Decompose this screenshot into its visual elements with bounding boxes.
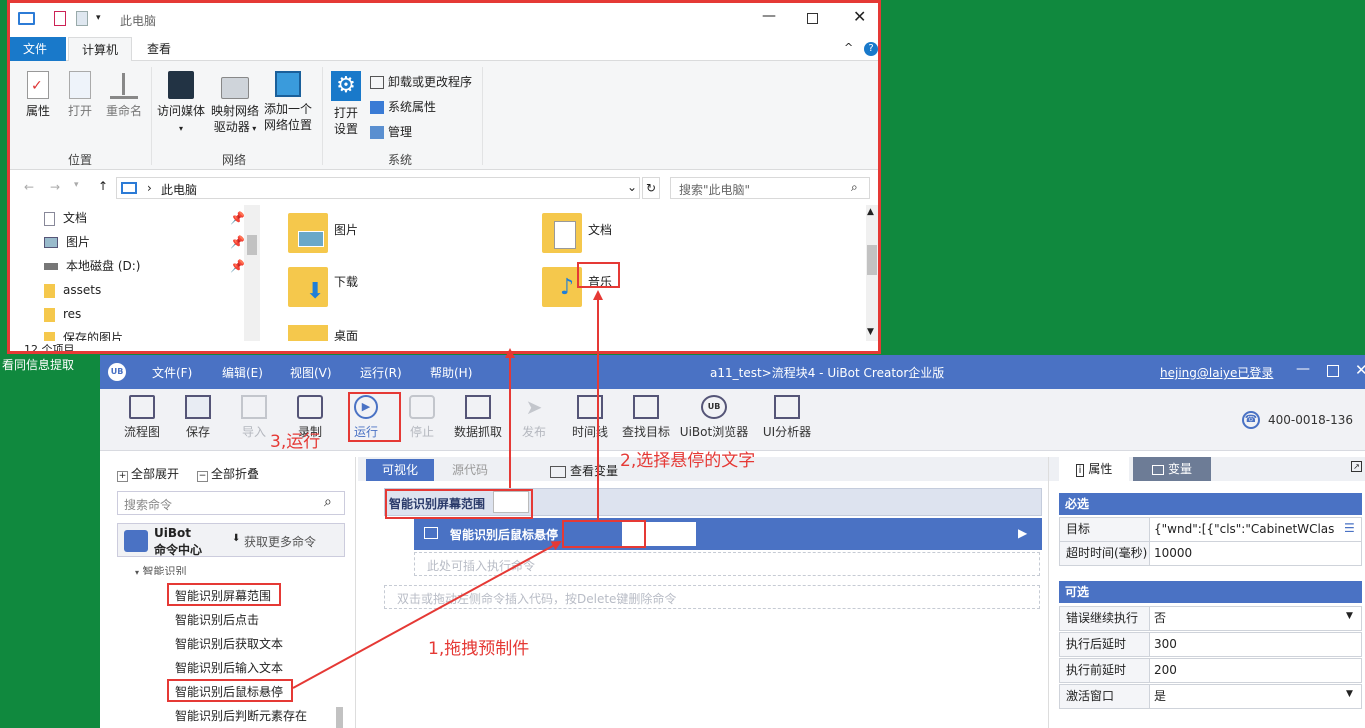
annotation-step-2: 2,选择悬停的文字	[620, 451, 756, 471]
annotation-arrows	[292, 290, 603, 689]
annotation-step-1: 1,拖拽预制件	[428, 639, 530, 659]
arrow-drag-to-editor	[292, 541, 562, 689]
annotation-step-3: 3,运行	[270, 432, 321, 452]
